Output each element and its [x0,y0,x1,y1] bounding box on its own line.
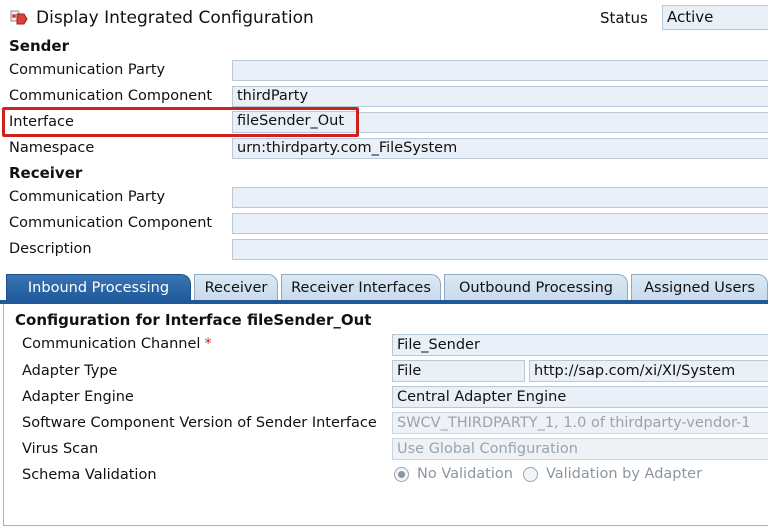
tabstrip: Inbound Processing Receiver Receiver Int… [0,273,768,301]
sender-component-field[interactable]: thirdParty [232,86,768,107]
interface-highlight-box [2,107,359,137]
tab-assigned-users[interactable]: Assigned Users [631,274,768,301]
schema-validation-options: No Validation Validation by Adapter [394,466,712,482]
virus-scan-label: Virus Scan [22,441,99,457]
tab-outbound-processing[interactable]: Outbound Processing [444,274,628,301]
receiver-component-label: Communication Component [9,215,213,231]
sender-namespace-label: Namespace [9,140,95,156]
required-marker: * [204,336,212,352]
integrated-configuration-icon [10,10,28,25]
sender-party-field[interactable] [232,60,768,81]
adapter-engine-label: Adapter Engine [22,389,134,405]
sender-namespace-field[interactable]: urn:thirdparty.com_FileSystem [232,138,768,159]
sender-heading: Sender [9,37,69,55]
receiver-component-field[interactable] [232,213,768,234]
tab-receiver[interactable]: Receiver [194,274,278,301]
adapter-type-label: Adapter Type [22,363,118,379]
receiver-party-field[interactable] [232,187,768,208]
schema-validation-label: Schema Validation [22,467,157,483]
status-field[interactable]: Active [662,5,768,30]
status-label: Status [600,9,648,27]
validation-by-adapter-label: Validation by Adapter [545,466,703,482]
sender-party-label: Communication Party [9,62,166,78]
communication-channel-field[interactable]: File_Sender [392,334,768,356]
tab-inbound-processing[interactable]: Inbound Processing [6,274,191,301]
swcv-label: Software Component Version of Sender Int… [22,415,377,431]
validation-by-adapter-radio[interactable] [522,466,538,482]
no-validation-label: No Validation [417,466,513,482]
adapter-type-field[interactable]: File [392,360,525,382]
no-validation-radio[interactable] [394,466,409,482]
adapter-namespace-field[interactable]: http://sap.com/xi/XI/System [529,360,768,382]
receiver-description-label: Description [9,241,92,257]
channel-label: Communication Channel * [22,336,212,352]
receiver-heading: Receiver [9,164,83,182]
swcv-field: SWCV_THIRDPARTY_1, 1.0 of thirdparty-ven… [392,412,768,434]
config-title: Configuration for Interface fileSender_O… [15,311,372,329]
page-title: Display Integrated Configuration [36,8,314,28]
adapter-engine-field[interactable]: Central Adapter Engine [392,386,768,408]
sender-component-label: Communication Component [9,88,213,104]
virus-scan-field: Use Global Configuration [392,438,768,460]
tab-receiver-interfaces[interactable]: Receiver Interfaces [281,274,441,301]
receiver-party-label: Communication Party [9,189,166,205]
receiver-description-field[interactable] [232,239,768,260]
